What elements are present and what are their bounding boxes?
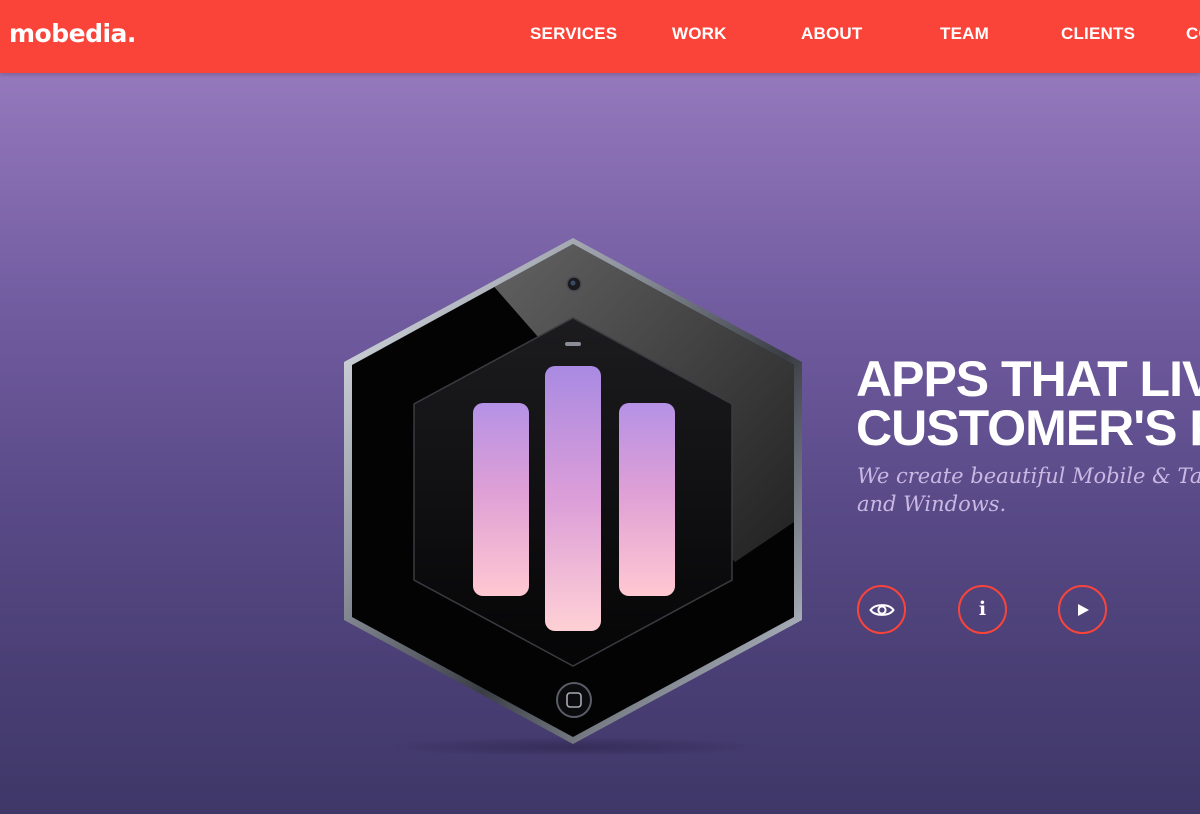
nav-item-clients[interactable]: CLIENTS (1061, 25, 1135, 42)
info-icon: i (978, 598, 987, 620)
info-button[interactable]: i (958, 585, 1007, 634)
view-work-button[interactable] (857, 585, 906, 634)
hero-headline-line-2: CUSTOMER'S P (856, 400, 1200, 456)
play-video-button[interactable] (1058, 585, 1107, 634)
hexagon-device-illustration (340, 232, 806, 754)
hero-headline-line-1: APPS THAT LIV (856, 351, 1200, 407)
hero-subheadline-line-2: and Windows. (857, 492, 1007, 516)
nav-item-team[interactable]: TEAM (940, 25, 989, 42)
hero-subheadline-line-1: We create beautiful Mobile & Tablet (857, 464, 1200, 488)
hero-subheadline: We create beautiful Mobile & Tablet and … (857, 462, 1200, 518)
hexagon-tablet-graphic (344, 238, 802, 754)
top-navbar: mobedia. SERVICES WORK ABOUT TEAM CLIENT… (0, 0, 1200, 73)
nav-item-contact[interactable]: CO (1186, 25, 1200, 42)
eye-icon (868, 602, 895, 618)
nav-item-services[interactable]: SERVICES (530, 25, 617, 42)
nav-item-about[interactable]: ABOUT (801, 25, 862, 42)
nav-item-work[interactable]: WORK (672, 25, 727, 42)
mobedia-logo[interactable]: mobedia. (9, 21, 136, 46)
play-icon (1076, 603, 1090, 617)
hero-headline: APPS THAT LIV CUSTOMER'S P (856, 351, 1200, 456)
